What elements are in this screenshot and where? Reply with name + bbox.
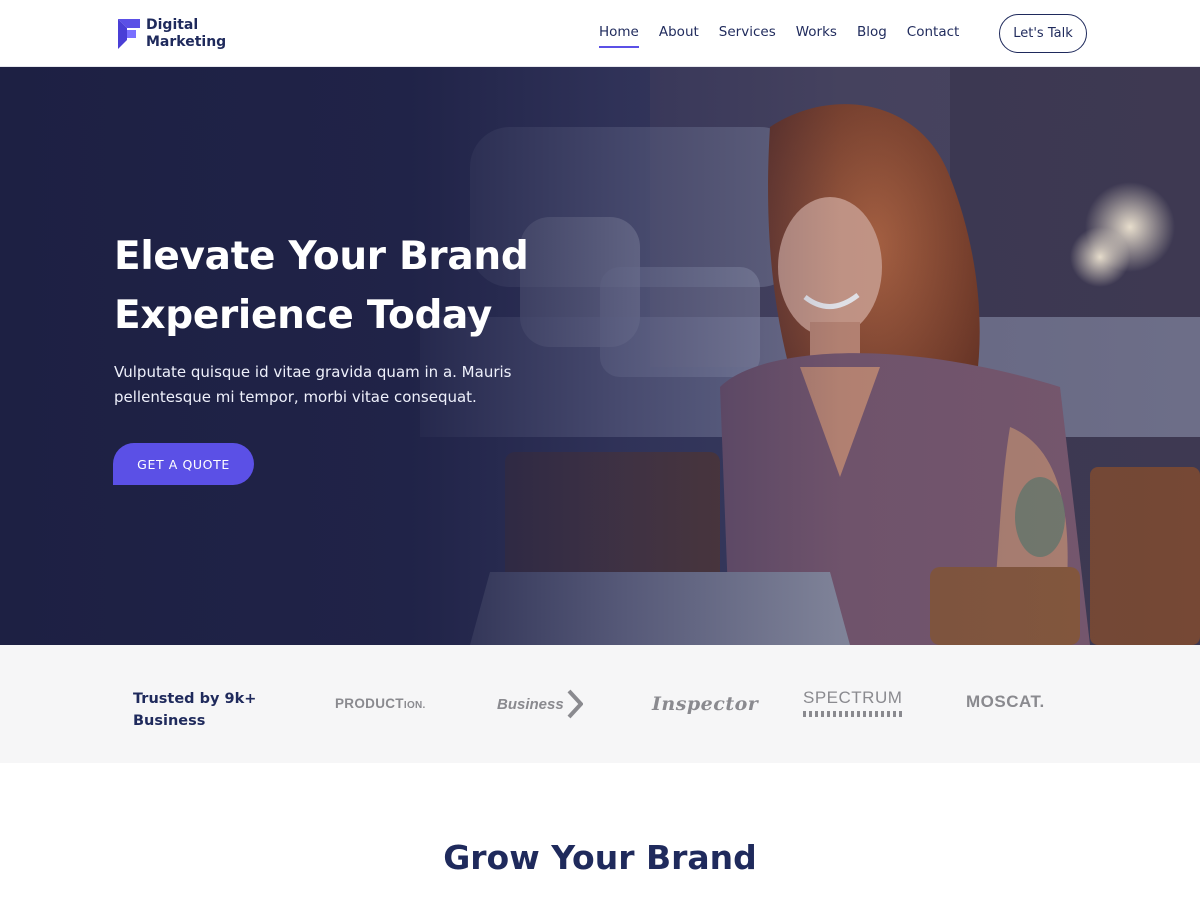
hero-overlay xyxy=(0,67,1200,645)
brand-business-text: Business xyxy=(497,695,564,713)
brand-logo-spectrum: SPECTRUM xyxy=(803,688,903,717)
hero-subtitle-line-1: Vulputate quisque id vitae gravida quam … xyxy=(114,363,512,381)
hero-title: Elevate Your Brand Experience Today xyxy=(114,227,574,345)
hero-subtitle: Vulputate quisque id vitae gravida quam … xyxy=(114,360,544,410)
site-header: Digital Marketing Home About Services Wo… xyxy=(0,0,1200,67)
brand-production-main: PRODUCT xyxy=(335,696,404,711)
chevron-right-icon xyxy=(567,689,583,719)
brand-spectrum-dots xyxy=(803,711,903,717)
nav-blog[interactable]: Blog xyxy=(857,24,887,48)
trusted-label: Trusted by 9k+ Business xyxy=(133,688,283,732)
logo-text: Digital Marketing xyxy=(146,17,226,51)
nav-works[interactable]: Works xyxy=(796,24,837,48)
trusted-strip: Trusted by 9k+ Business PRODUCTION. Busi… xyxy=(0,645,1200,763)
hero-subtitle-line-2: pellentesque mi tempor, morbi vitae cons… xyxy=(114,388,477,406)
lets-talk-button[interactable]: Let's Talk xyxy=(999,14,1087,53)
trusted-label-line-1: Trusted by 9k+ xyxy=(133,691,257,707)
brand-production-small: ION. xyxy=(403,700,426,711)
brand-spectrum-text: SPECTRUM xyxy=(803,688,903,707)
brand-logo-business: Business xyxy=(497,689,583,719)
brand-logo-production: PRODUCTION. xyxy=(335,696,426,711)
nav-about[interactable]: About xyxy=(659,24,699,48)
ribbon-logo-icon xyxy=(118,19,140,49)
logo-line-1: Digital xyxy=(146,17,199,33)
brand-logo-moscat: MOSCAT. xyxy=(966,692,1045,711)
trusted-label-line-2: Business xyxy=(133,713,206,729)
logo-line-2: Marketing xyxy=(146,34,227,50)
hero-section: Elevate Your Brand Experience Today Vulp… xyxy=(0,67,1200,645)
section-title: Grow Your Brand xyxy=(443,838,757,877)
main-nav: Home About Services Works Blog Contact xyxy=(599,24,979,48)
hero-title-line-1: Elevate Your Brand xyxy=(114,234,529,279)
hero-title-line-2: Experience Today xyxy=(114,293,493,338)
nav-contact[interactable]: Contact xyxy=(907,24,960,48)
brand-logo-inspector: Inspector xyxy=(652,693,759,715)
logo[interactable]: Digital Marketing xyxy=(118,17,226,51)
nav-services[interactable]: Services xyxy=(719,24,776,48)
get-a-quote-button[interactable]: GET A QUOTE xyxy=(113,443,254,485)
nav-home[interactable]: Home xyxy=(599,24,639,48)
